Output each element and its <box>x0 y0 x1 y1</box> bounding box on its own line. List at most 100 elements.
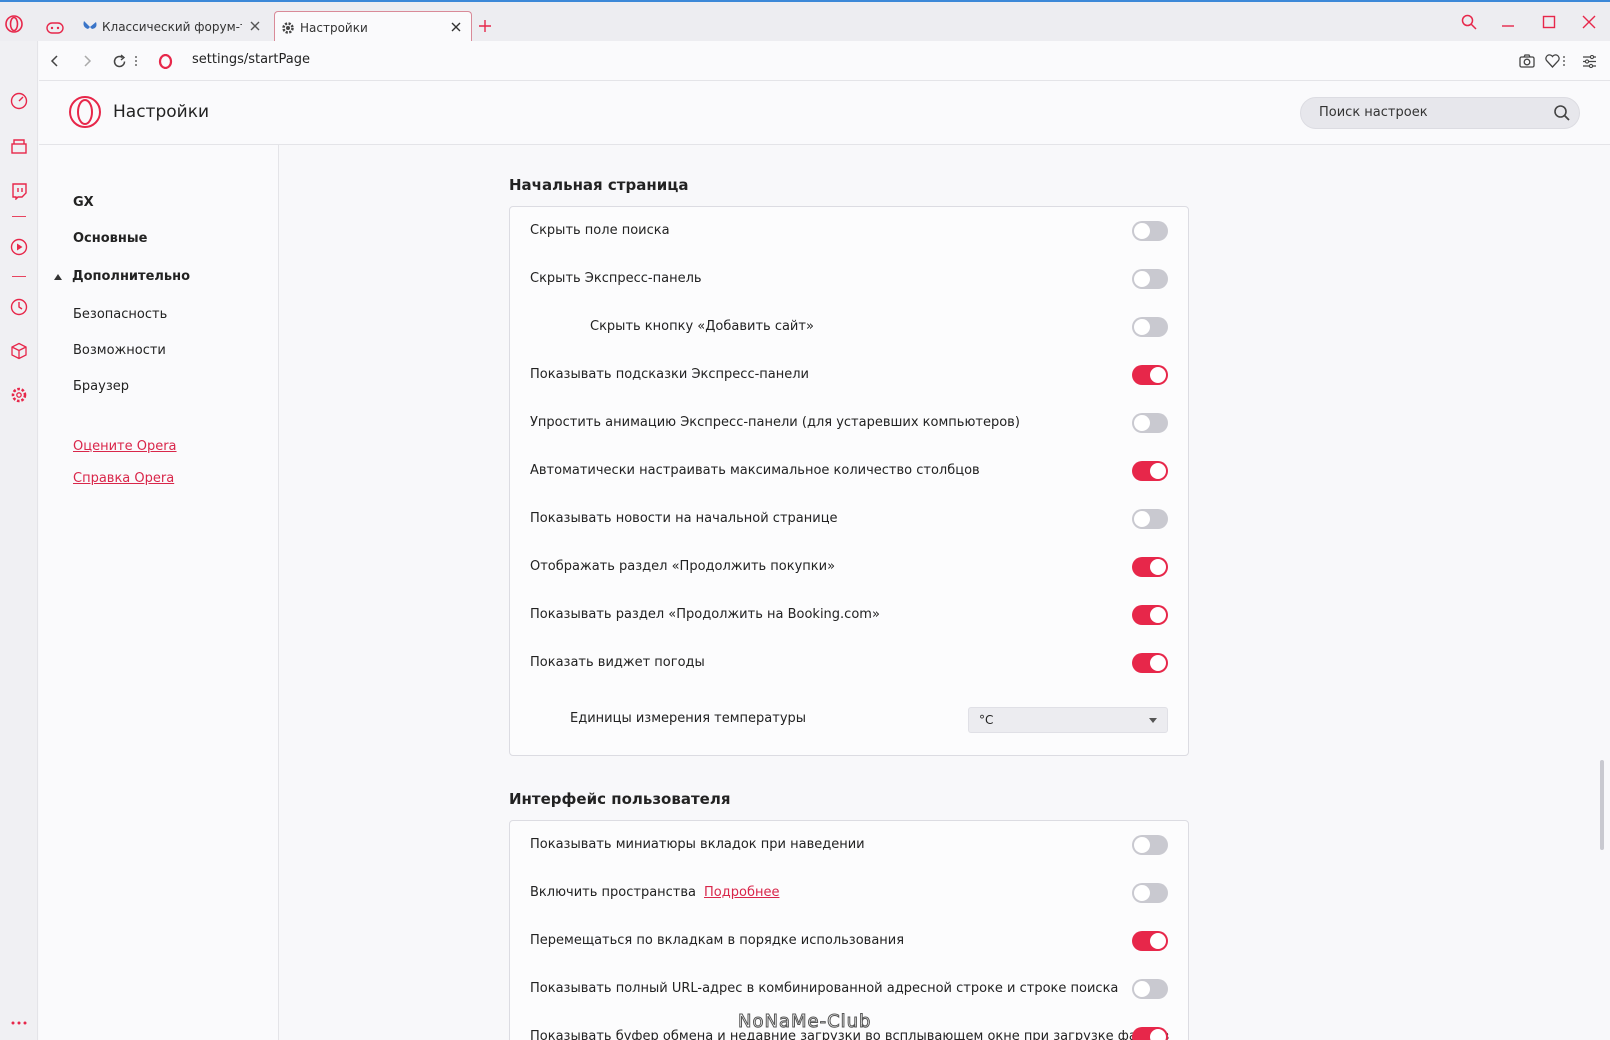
sidebar-extensions[interactable] <box>9 341 29 361</box>
opera-logo-icon <box>158 53 172 69</box>
scrollbar-thumb[interactable] <box>1600 760 1604 850</box>
setting-row: Отображать раздел «Продолжить покупки» <box>510 543 1188 591</box>
more-dots-icon <box>11 1021 27 1025</box>
sidebar-store[interactable] <box>9 136 29 156</box>
nav-item-advanced[interactable]: Дополнительно <box>72 269 190 284</box>
toggle-tab-previews[interactable] <box>1132 835 1168 855</box>
address-bar: settings/startPage <box>39 41 1610 81</box>
sidebar-divider <box>12 276 26 277</box>
nav-item-features[interactable]: Возможности <box>73 343 166 358</box>
setting-label: Скрыть кнопку «Добавить сайт» <box>590 319 814 334</box>
nav-item-gx[interactable]: GX <box>73 195 94 210</box>
setting-label: Показывать новости на начальной странице <box>530 511 838 526</box>
minimize-icon <box>1502 25 1514 27</box>
setting-label: Показывать раздел «Продолжить на Booking… <box>530 607 880 622</box>
settings-header: Настройки <box>39 81 1610 145</box>
toggle-weather-widget[interactable] <box>1132 653 1168 673</box>
tab-forum[interactable]: Классический форум-тре <box>80 11 270 43</box>
close-icon <box>1582 15 1596 29</box>
nav-item-browser[interactable]: Браузер <box>73 379 129 394</box>
reload-button[interactable] <box>109 51 129 71</box>
caret-up-icon[interactable] <box>54 274 62 280</box>
setting-label: Отображать раздел «Продолжить покупки» <box>530 559 836 574</box>
close-window-button[interactable] <box>1581 14 1597 30</box>
tab-settings[interactable]: Настройки <box>274 11 472 43</box>
butterfly-icon <box>83 21 97 29</box>
temperature-unit-select[interactable]: °C <box>968 707 1168 733</box>
heart-icon <box>1544 54 1560 68</box>
search-icon[interactable] <box>1553 104 1571 122</box>
setting-label: Автоматически настраивать максимальное к… <box>530 463 980 478</box>
forward-button[interactable] <box>77 51 97 71</box>
setting-label: Включить пространства Подробнее <box>530 885 780 900</box>
sliders-icon <box>1582 54 1596 68</box>
site-info-button[interactable] <box>155 51 175 71</box>
toggle-hide-speed-dial[interactable] <box>1132 269 1168 289</box>
search-input[interactable] <box>1319 105 1539 120</box>
start-page-card: Скрыть поле поиска Скрыть Экспресс-панел… <box>509 206 1189 756</box>
page-title: Настройки <box>113 102 210 122</box>
toggle-speed-dial-hints[interactable] <box>1132 365 1168 385</box>
toggle-booking[interactable] <box>1132 605 1168 625</box>
close-icon[interactable] <box>248 19 262 33</box>
gamepad-tab-icon[interactable] <box>46 12 72 44</box>
setting-label: Показывать подсказки Экспресс-панели <box>530 367 810 382</box>
toggle-workspaces[interactable] <box>1132 883 1168 903</box>
section-title-start-page: Начальная страница <box>509 176 689 194</box>
select-value: °C <box>979 713 994 727</box>
toggle-show-news[interactable] <box>1132 509 1168 529</box>
settings-nav: GX Основные Дополнительно Безопасность В… <box>39 145 279 1040</box>
nav-item-basic[interactable]: Основные <box>73 231 147 246</box>
rate-opera-link[interactable]: Оцените Opera <box>73 439 177 454</box>
url-text[interactable]: settings/startPage <box>192 52 310 67</box>
sidebar-speed-dial[interactable] <box>9 91 29 111</box>
browser-sidebar <box>0 41 38 1040</box>
gear-icon <box>282 21 294 34</box>
toggle-simplify-animation[interactable] <box>1132 413 1168 433</box>
tab-label: Настройки <box>300 20 368 35</box>
toggle-tab-cycling[interactable] <box>1132 931 1168 951</box>
store-icon <box>11 139 27 154</box>
opera-help-link[interactable]: Справка Opera <box>73 471 174 486</box>
sidebar-divider <box>12 216 26 217</box>
plus-icon <box>479 20 491 32</box>
toggle-auto-columns[interactable] <box>1132 461 1168 481</box>
toggle-hide-add-site[interactable] <box>1132 317 1168 337</box>
learn-more-link[interactable]: Подробнее <box>704 885 779 900</box>
setting-label: Скрыть поле поиска <box>530 223 670 238</box>
new-tab-button[interactable] <box>478 16 498 36</box>
toggle-continue-shopping[interactable] <box>1132 557 1168 577</box>
opera-logo-icon <box>5 15 23 33</box>
setting-row: Автоматически настраивать максимальное к… <box>510 447 1188 495</box>
toggle-full-url[interactable] <box>1132 979 1168 999</box>
setting-label: Единицы измерения температуры <box>570 711 807 726</box>
snapshot-button[interactable] <box>1517 51 1537 71</box>
section-title-ui: Интерфейс пользователя <box>509 790 731 808</box>
sidebar-history[interactable] <box>9 297 29 317</box>
minimize-button[interactable] <box>1500 14 1516 30</box>
tab-search-button[interactable] <box>1461 14 1477 30</box>
back-button[interactable] <box>45 51 65 71</box>
sidebar-twitch[interactable] <box>9 181 29 201</box>
opera-logo-icon <box>69 96 101 128</box>
setting-label: Скрыть Экспресс-панель <box>530 271 702 286</box>
sidebar-more[interactable] <box>9 1013 29 1033</box>
toggle-download-popup[interactable] <box>1132 1027 1168 1040</box>
setting-row: Показывать новости на начальной странице <box>510 495 1188 543</box>
opera-menu-button[interactable] <box>4 8 34 40</box>
easy-setup-button[interactable] <box>1579 51 1599 71</box>
sidebar-settings[interactable] <box>9 385 29 405</box>
camera-icon <box>1519 54 1535 68</box>
setting-row: Скрыть кнопку «Добавить сайт» <box>510 303 1188 351</box>
toggle-hide-search[interactable] <box>1132 221 1168 241</box>
address-menu-button[interactable] <box>1559 51 1569 71</box>
close-icon[interactable] <box>449 20 463 34</box>
play-icon <box>10 238 28 256</box>
setting-label: Перемещаться по вкладкам в порядке испол… <box>530 933 905 948</box>
chevron-down-icon <box>1149 718 1157 723</box>
nav-item-security[interactable]: Безопасность <box>73 307 167 322</box>
page-menu-button[interactable] <box>131 51 141 71</box>
maximize-button[interactable] <box>1541 14 1557 30</box>
sidebar-player[interactable] <box>9 237 29 257</box>
settings-search[interactable] <box>1300 97 1580 129</box>
